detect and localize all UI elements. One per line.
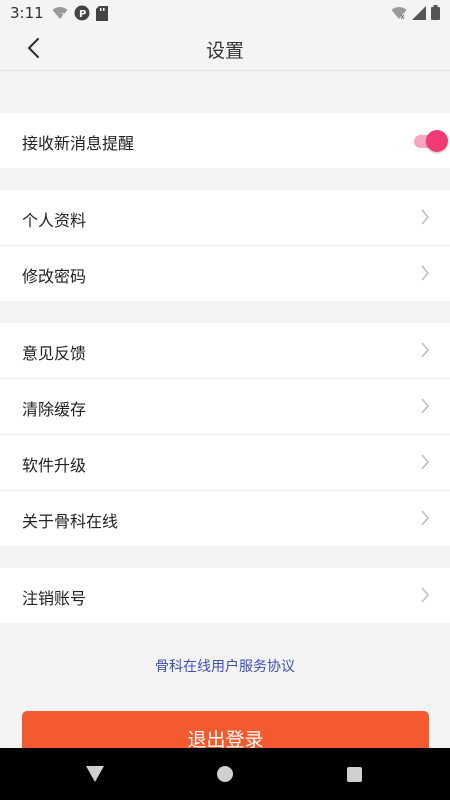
app-p-icon: P <box>74 5 90 21</box>
profile-label: 个人资料 <box>22 211 87 230</box>
notify-toggle[interactable] <box>408 130 448 152</box>
settings-row-password[interactable]: 修改密码 <box>0 246 450 301</box>
password-label: 修改密码 <box>22 267 87 286</box>
settings-row-upgrade[interactable]: 软件升级 <box>0 435 450 491</box>
upgrade-label: 软件升级 <box>22 456 87 475</box>
chevron-right-icon <box>421 209 429 225</box>
chevron-right-icon <box>421 587 429 603</box>
notify-label: 接收新消息提醒 <box>22 134 135 153</box>
deactivate-group: 注销账号 <box>0 568 450 623</box>
chevron-right-icon <box>421 342 429 358</box>
toggle-thumb <box>426 130 448 152</box>
battery-icon <box>431 5 440 20</box>
chevron-right-icon <box>421 398 429 414</box>
sd-card-icon <box>96 5 108 21</box>
nav-recents-icon[interactable] <box>347 767 362 782</box>
chevron-right-icon <box>421 454 429 470</box>
navigation-bar <box>0 748 450 800</box>
chevron-right-icon <box>421 265 429 281</box>
feedback-label: 意见反馈 <box>22 344 87 363</box>
account-group: 个人资料 修改密码 <box>0 190 450 301</box>
svg-text:?: ? <box>61 12 65 20</box>
signal-icon <box>412 5 426 20</box>
nav-back-icon[interactable] <box>86 766 104 782</box>
about-label: 关于骨科在线 <box>22 512 119 531</box>
app-group: 意见反馈 清除缓存 软件升级 关于骨科在线 <box>0 323 450 546</box>
settings-row-feedback[interactable]: 意见反馈 <box>0 323 450 379</box>
clear-cache-label: 清除缓存 <box>22 400 87 419</box>
notification-group: 接收新消息提醒 <box>0 113 450 168</box>
settings-row-notify: 接收新消息提醒 <box>0 113 450 168</box>
wifi-off-icon: x <box>391 6 407 20</box>
svg-text:P: P <box>79 9 86 20</box>
chevron-right-icon <box>421 510 429 526</box>
page-title: 设置 <box>205 40 244 62</box>
status-bar: 3:11 ? P x <box>0 0 450 26</box>
settings-row-profile[interactable]: 个人资料 <box>0 190 450 246</box>
settings-row-about[interactable]: 关于骨科在线 <box>0 491 450 546</box>
wifi-question-icon: ? <box>52 7 68 20</box>
title-bar: 设置 <box>0 26 450 71</box>
settings-row-deactivate[interactable]: 注销账号 <box>0 568 450 623</box>
svg-text:x: x <box>401 13 405 20</box>
user-agreement-link[interactable]: 骨科在线用户服务协议 <box>0 656 450 676</box>
nav-home-icon[interactable] <box>217 766 233 782</box>
status-time: 3:11 <box>10 4 44 22</box>
deactivate-label: 注销账号 <box>22 589 87 608</box>
settings-row-clear-cache[interactable]: 清除缓存 <box>0 379 450 435</box>
